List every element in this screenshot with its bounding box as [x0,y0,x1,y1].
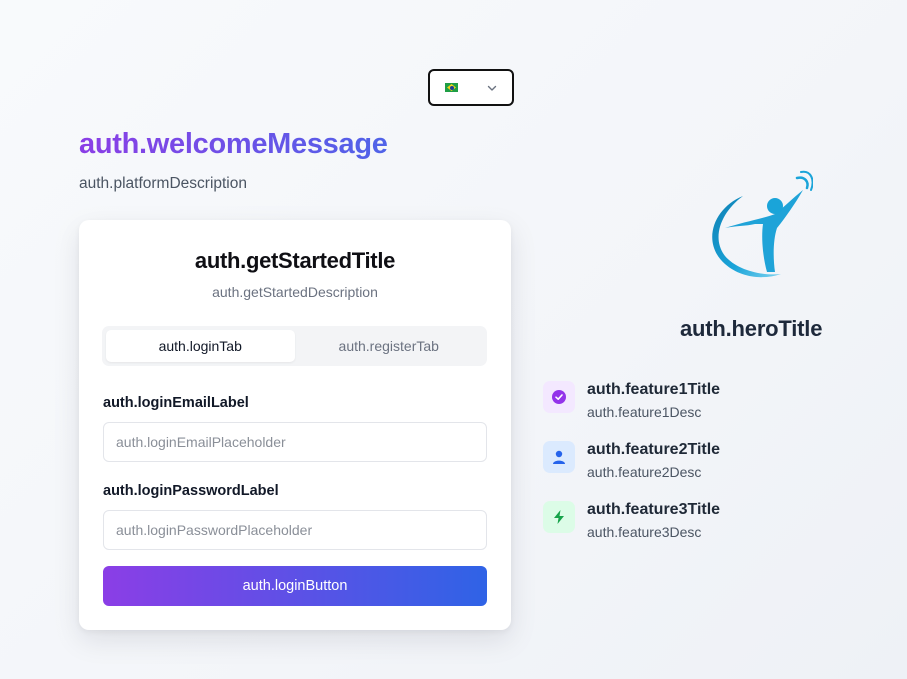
language-selector[interactable] [428,69,514,106]
email-field[interactable] [103,422,487,462]
brand-logo-icon [712,170,813,278]
email-label: auth.loginEmailLabel [103,395,249,411]
auth-tabs: auth.loginTab auth.registerTab [102,326,487,366]
hero-title: auth.heroTitle [680,316,823,341]
login-button[interactable]: auth.loginButton [103,566,487,606]
feature-description: auth.feature3Desc [587,524,702,540]
feature-item: auth.feature1Title auth.feature1Desc [543,380,883,424]
password-field[interactable] [103,510,487,550]
auth-page: auth.welcomeMessage auth.platformDescrip… [0,0,907,679]
platform-description: auth.platformDescription [79,175,247,192]
password-label: auth.loginPasswordLabel [103,483,279,499]
feature-title: auth.feature2Title [587,441,721,458]
lightning-icon [543,501,575,533]
chevron-down-icon [487,85,497,91]
feature-title: auth.feature3Title [587,501,721,518]
brazil-flag-icon [445,83,458,92]
feature-description: auth.feature1Desc [587,404,702,420]
feature-item: auth.feature3Title auth.feature3Desc [543,500,883,544]
user-icon [543,441,575,473]
card-description: auth.getStartedDescription [212,284,378,300]
auth-card: auth.getStartedTitle auth.getStartedDesc… [79,220,511,630]
check-circle-icon [543,381,575,413]
feature-item: auth.feature2Title auth.feature2Desc [543,440,883,484]
tab-register[interactable]: auth.registerTab [295,330,484,362]
tab-login[interactable]: auth.loginTab [106,330,295,362]
feature-title: auth.feature1Title [587,381,721,398]
feature-description: auth.feature2Desc [587,464,702,480]
welcome-title: auth.welcomeMessage [79,128,388,160]
card-title: auth.getStartedTitle [194,248,396,273]
